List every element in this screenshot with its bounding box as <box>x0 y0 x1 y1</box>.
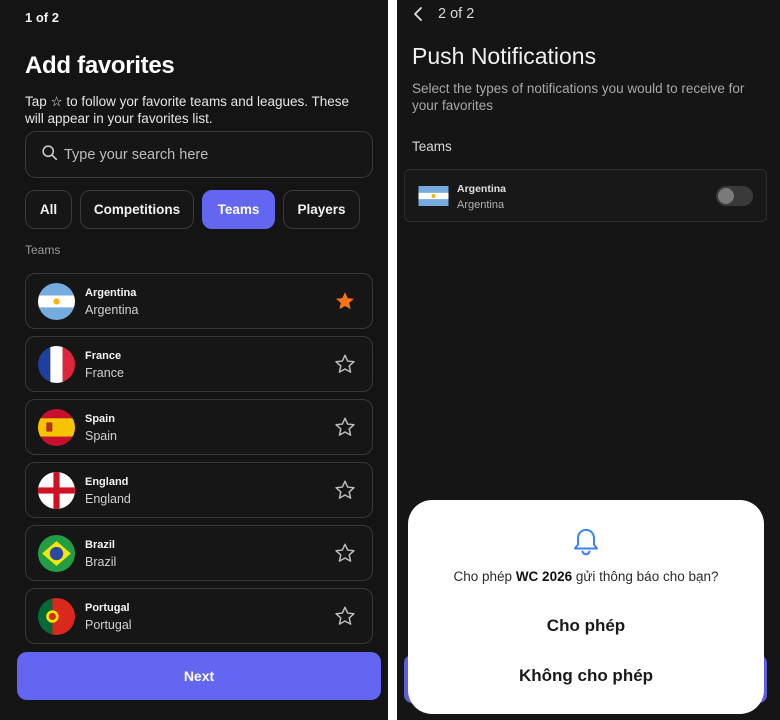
back-icon[interactable] <box>411 6 427 22</box>
star-outline-icon[interactable] <box>334 542 356 564</box>
team-row-brazil[interactable]: Brazil Brazil <box>25 525 373 581</box>
team-subtitle: France <box>85 366 124 380</box>
next-button[interactable]: Next <box>17 652 381 700</box>
team-name: France <box>85 350 122 362</box>
star-outline-icon[interactable] <box>334 353 356 375</box>
star-outline-icon[interactable] <box>334 605 356 627</box>
search-input[interactable] <box>64 146 344 163</box>
favorites-screen: 1 of 2 Add favorites Tap ☆ to follow yor… <box>0 0 388 720</box>
team-subtitle: Brazil <box>85 555 117 569</box>
step-indicator: 1 of 2 <box>25 10 59 25</box>
spain-flag-icon <box>38 409 75 446</box>
star-filled-icon[interactable] <box>334 290 356 312</box>
team-row-argentina[interactable]: Argentina Argentina <box>25 273 373 329</box>
team-name: England <box>85 476 129 488</box>
dialog-question: Cho phép WC 2026 gửi thông báo cho bạn? <box>453 569 719 584</box>
filter-chip-all[interactable]: All <box>25 190 72 229</box>
filter-chip-teams[interactable]: Teams <box>202 190 275 229</box>
push-notifications-screen: 2 of 2 Push Notifications Select the typ… <box>397 0 780 720</box>
team-name: Spain <box>85 413 115 425</box>
app-name: WC 2026 <box>515 569 573 584</box>
team-name: Brazil <box>85 539 115 551</box>
argentina-flag-icon <box>38 283 75 320</box>
team-row-england[interactable]: England England <box>25 462 373 518</box>
england-flag-icon <box>38 472 75 509</box>
search-icon <box>41 144 58 166</box>
team-subtitle: England <box>85 492 131 506</box>
brazil-flag-icon <box>38 535 75 572</box>
portugal-flag-icon <box>38 598 75 635</box>
section-label: Teams <box>25 243 61 257</box>
team-row-france[interactable]: France France <box>25 336 373 392</box>
team-name: Portugal <box>85 602 130 614</box>
notification-toggle[interactable] <box>716 186 753 206</box>
filter-chip-competitions[interactable]: Competitions <box>80 190 194 229</box>
team-name: Argentina <box>85 287 137 299</box>
team-subtitle: Argentina <box>85 303 139 317</box>
page-title: Push Notifications <box>412 43 597 69</box>
toggle-knob <box>718 188 734 204</box>
star-outline-icon[interactable] <box>334 479 356 501</box>
star-outline-icon[interactable] <box>334 416 356 438</box>
notification-row-argentina: Argentina Argentina <box>404 169 767 222</box>
page-title: Add favorites <box>25 52 175 79</box>
team-subtitle: Spain <box>85 429 117 443</box>
bell-icon <box>572 527 600 557</box>
step-indicator: 2 of 2 <box>438 6 475 22</box>
team-name: Argentina <box>457 183 507 195</box>
allow-button[interactable]: Cho phép <box>408 616 764 636</box>
deny-button[interactable]: Không cho phép <box>408 666 764 686</box>
page-description: Select the types of notifications you wo… <box>412 81 745 113</box>
team-row-portugal[interactable]: Portugal Portugal <box>25 588 373 644</box>
page-subtitle: Tap ☆ to follow yor favorite teams and l… <box>25 94 350 126</box>
france-flag-icon <box>38 346 75 383</box>
argentina-flag-icon <box>418 186 449 206</box>
section-label: Teams <box>412 139 452 154</box>
search-box[interactable] <box>25 131 373 178</box>
team-row-spain[interactable]: Spain Spain <box>25 399 373 455</box>
team-subtitle: Portugal <box>85 618 132 632</box>
permission-dialog: Cho phép WC 2026 gửi thông báo cho bạn? … <box>408 500 764 714</box>
filter-chip-players[interactable]: Players <box>283 190 360 229</box>
team-subtitle: Argentina <box>457 199 505 211</box>
